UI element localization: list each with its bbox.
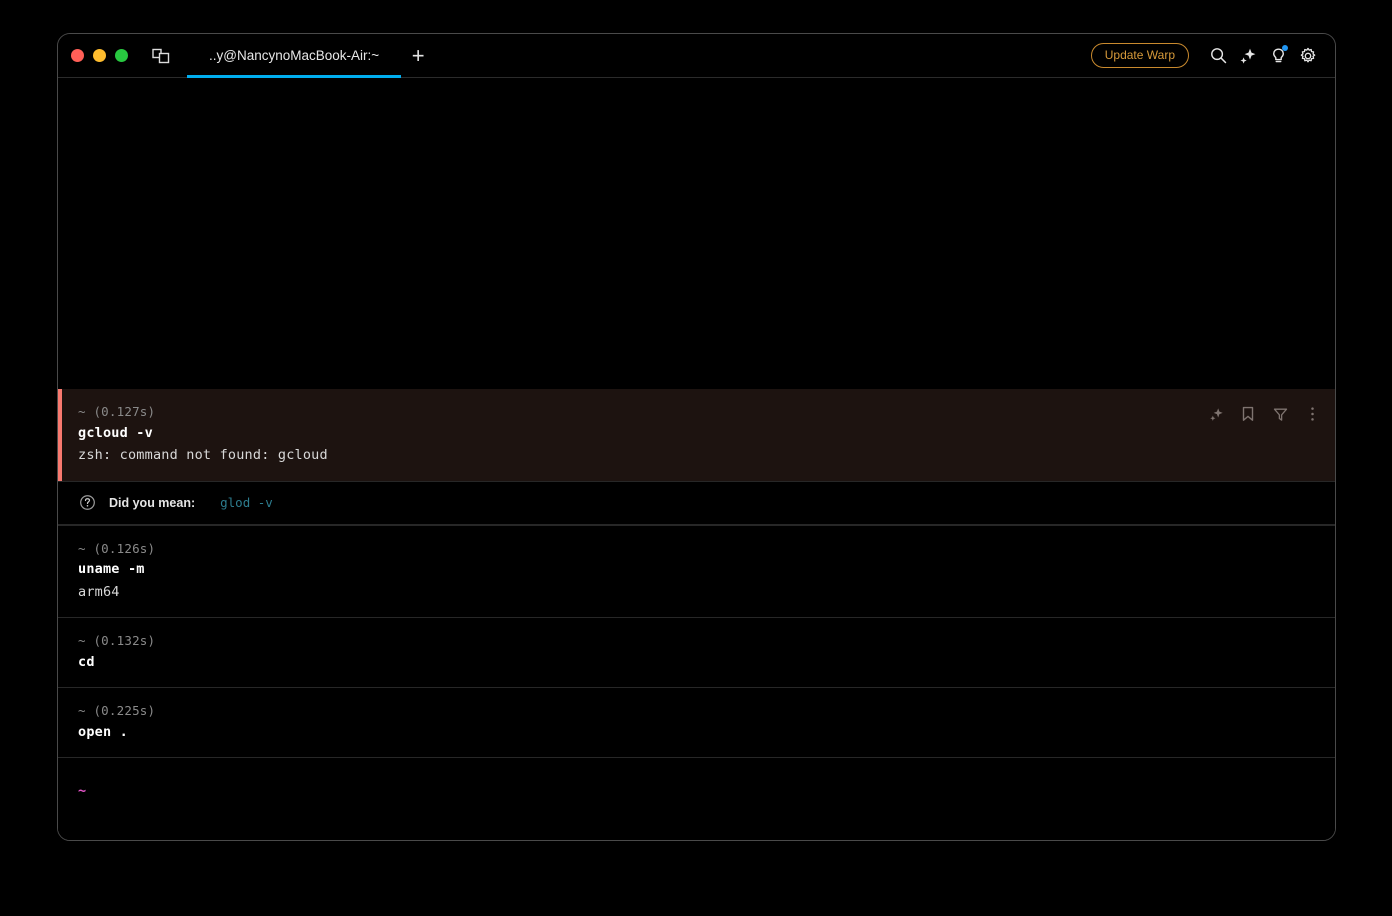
did-you-mean-row[interactable]: Did you mean: glod -v [58,480,1335,525]
command-block-error[interactable]: ~ (0.127s) gcloud -v zsh: command not fo… [58,389,1335,481]
block-command: cd [78,653,95,670]
block-meta: ~ (0.126s) [78,540,156,556]
lightbulb-icon[interactable] [1263,41,1293,71]
notification-badge [1282,44,1288,51]
block-meta: ~ (0.127s) [78,404,156,420]
warp-terminal-window: ..y@NancynoMacBook-Air:~ + Update Warp ~… [57,33,1336,841]
toolbar-actions: Update Warp [1090,41,1335,71]
block-output: arm64 [78,583,120,600]
active-prompt-block[interactable]: ~ [58,757,1335,840]
new-tab-label: + [411,42,425,68]
tab-session[interactable]: ..y@NancynoMacBook-Air:~ [187,34,402,78]
block-meta: ~ (0.225s) [78,702,156,718]
kebab-menu-icon[interactable] [1303,405,1321,423]
did-you-mean-label: Did you mean: [109,495,196,510]
block-output: zsh: command not found: gcloud [78,447,328,464]
block-action-bar [1207,405,1321,423]
sparkle-ai-icon[interactable] [1233,41,1263,71]
block-meta: ~ (0.132s) [78,632,156,648]
block-command: open . [78,723,128,740]
gear-icon[interactable] [1293,41,1323,71]
suggested-command[interactable]: glod -v [220,495,273,510]
close-window-button[interactable] [71,49,84,62]
tab-strip: ..y@NancynoMacBook-Air:~ + [187,34,435,78]
window-controls [58,49,128,62]
block-command: gcloud -v [78,425,153,442]
command-block-open[interactable]: ~ (0.225s) open . [58,686,1335,757]
update-warp-button[interactable]: Update Warp [1090,43,1189,68]
search-icon[interactable] [1203,41,1233,71]
sparkle-ai-icon[interactable] [1207,405,1225,423]
maximize-window-button[interactable] [115,49,128,62]
title-bar: ..y@NancynoMacBook-Air:~ + Update Warp [58,34,1335,78]
block-command: uname -m [78,561,145,578]
filter-icon[interactable] [1271,405,1289,423]
command-block-cd[interactable]: ~ (0.132s) cd [58,616,1335,687]
scrollback-empty-area [58,78,1335,390]
bookmark-icon[interactable] [1239,405,1257,423]
screen: ..y@NancynoMacBook-Air:~ + Update Warp ~… [0,0,1392,916]
split-panes-icon[interactable] [151,46,171,66]
terminal-body: ~ (0.127s) gcloud -v zsh: command not fo… [58,78,1335,840]
command-block-uname[interactable]: ~ (0.126s) uname -m arm64 [58,524,1335,617]
new-tab-button[interactable]: + [401,34,435,78]
minimize-window-button[interactable] [93,49,106,62]
prompt-symbol: ~ [78,783,87,799]
tab-label: ..y@NancynoMacBook-Air:~ [209,48,380,63]
question-circle-icon [78,494,96,512]
